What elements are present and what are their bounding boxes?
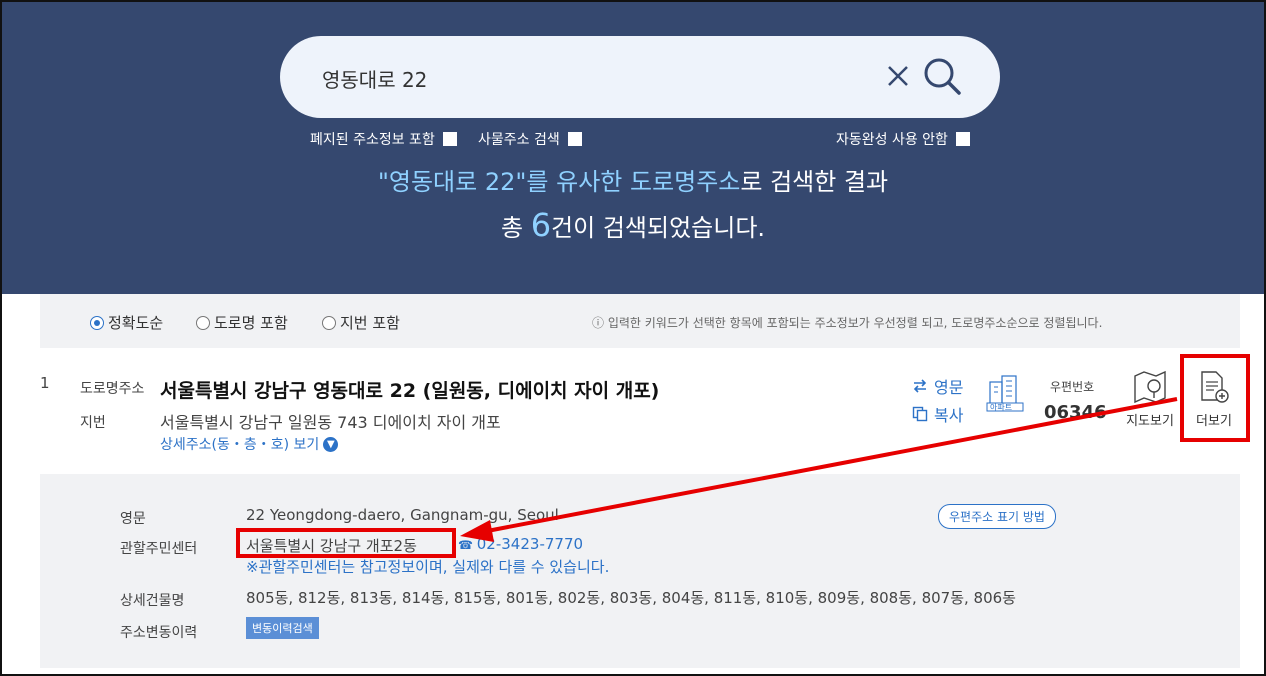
annotation-arrow [460,397,1178,542]
page-frame: 영동대로 22 폐지된 주소정보 포함 사물주소 검색 자동완성 사용 안함 "… [0,0,1266,676]
